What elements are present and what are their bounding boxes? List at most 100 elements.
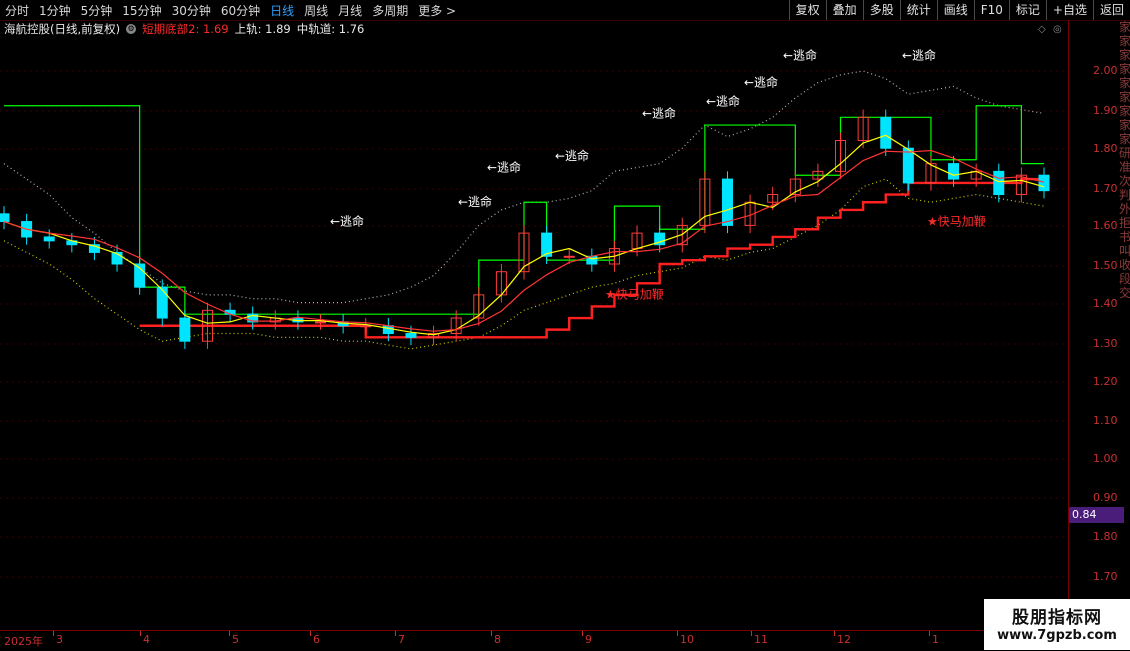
date-axis-label: 9 xyxy=(585,633,592,646)
toolbar-button-0[interactable]: 复权 xyxy=(788,0,826,20)
date-tick xyxy=(310,631,311,636)
tab-timeframe-1[interactable]: 1分钟 xyxy=(34,2,76,19)
date-tick xyxy=(834,631,835,636)
tab-timeframe-6[interactable]: 日线 xyxy=(265,2,299,19)
axis-tick-label: 1.70 xyxy=(1093,182,1118,195)
tab-timeframe-3[interactable]: 15分钟 xyxy=(117,2,166,19)
toolbar-button-1[interactable]: 叠加 xyxy=(825,0,863,20)
date-axis-label: 3 xyxy=(56,633,63,646)
annotation-label: ←逃命 xyxy=(487,159,521,174)
axis-tick-label: 1.60 xyxy=(1093,219,1118,232)
candle-body xyxy=(993,170,1005,196)
date-axis: 2025年 3 4 5 6 7 8 9 10 11 12 1 xyxy=(0,630,1068,651)
annotation-label: ←逃命 xyxy=(330,213,364,228)
toolbar-button-8[interactable]: 返回 xyxy=(1092,0,1130,20)
annotation-label: ★快马加鞭 xyxy=(927,214,986,228)
annotation-label: ←逃命 xyxy=(783,47,817,62)
candle-body xyxy=(948,163,960,180)
candle-body xyxy=(405,332,417,338)
date-tick xyxy=(395,631,396,636)
axis-tick-label: 1.40 xyxy=(1093,297,1118,310)
date-axis-label: 1 xyxy=(932,633,939,646)
tab-timeframe-8[interactable]: 月线 xyxy=(333,2,367,19)
toolbar-button-3[interactable]: 统计 xyxy=(899,0,937,20)
middle-band-value: 中轨道: 1.76 xyxy=(296,22,365,36)
axis-tick-label: 1.50 xyxy=(1093,259,1118,272)
date-axis-label: 7 xyxy=(398,633,405,646)
date-tick xyxy=(491,631,492,636)
annotation-label: ←逃命 xyxy=(642,105,676,120)
axis-tick-label: 1.70 xyxy=(1093,570,1118,583)
date-tick xyxy=(229,631,230,636)
tab-timeframe-4[interactable]: 30分钟 xyxy=(167,2,216,19)
date-axis-label: 12 xyxy=(837,633,851,646)
axis-tick-label: 1.00 xyxy=(1093,452,1118,465)
tab-timeframe-10[interactable]: 更多 > xyxy=(413,2,461,19)
annotation-label: ★快马加鞭 xyxy=(605,288,664,302)
candle-body xyxy=(179,317,191,342)
date-axis-label: 11 xyxy=(754,633,768,646)
stock-title: 海航控股(日线,前复权) xyxy=(4,22,121,36)
date-tick xyxy=(53,631,54,636)
diamond-icon[interactable]: ◇ xyxy=(1038,24,1046,35)
candle-body xyxy=(382,325,394,334)
candle-body xyxy=(902,147,914,184)
watermark-url: www.7gpzb.com xyxy=(997,628,1117,643)
date-axis-label: 6 xyxy=(313,633,320,646)
timeframe-tabs: 分时 1分钟 5分钟 15分钟 30分钟 60分钟 日线 周线 月线 多周期 更多 > xyxy=(0,2,461,19)
date-axis-label: 8 xyxy=(494,633,501,646)
annotation-label: ←逃命 xyxy=(744,74,778,89)
candle-body xyxy=(315,321,327,324)
candle-body xyxy=(721,178,733,226)
candle-body xyxy=(43,236,55,242)
axis-tick-label: 1.90 xyxy=(1093,104,1118,117)
toolbar-button-7[interactable]: +自选 xyxy=(1045,0,1093,20)
annotation-label: ←逃命 xyxy=(555,148,589,163)
tab-timeframe-7[interactable]: 周线 xyxy=(299,2,333,19)
date-axis-label: 5 xyxy=(232,633,239,646)
annotation-label: ←逃命 xyxy=(458,194,492,209)
date-tick xyxy=(677,631,678,636)
annotation-label: ←逃命 xyxy=(706,94,740,109)
tab-timeframe-2[interactable]: 5分钟 xyxy=(76,2,118,19)
watermark-title: 股朋指标网 xyxy=(1012,608,1102,628)
axis-tick-label: 1.10 xyxy=(1093,414,1118,427)
watermark: 股朋指标网 www.7gpzb.com xyxy=(984,599,1130,650)
tab-timeframe-9[interactable]: 多周期 xyxy=(367,2,413,19)
right-text-strip: 家家家家家家家家家研准次判外拒书叫收段交 xyxy=(1119,20,1130,300)
settings-gear-icon[interactable]: ⚙ xyxy=(126,24,137,34)
toolbar-button-5[interactable]: F10 xyxy=(973,0,1009,20)
date-axis-label: 10 xyxy=(680,633,694,646)
current-price-badge: 0.84 xyxy=(1069,507,1124,523)
axis-tick-label: 1.80 xyxy=(1093,142,1118,155)
axis-tick-label: 1.80 xyxy=(1093,530,1118,543)
date-tick xyxy=(751,631,752,636)
candle-body xyxy=(0,213,10,223)
toolbar: 分时 1分钟 5分钟 15分钟 30分钟 60分钟 日线 周线 月线 多周期 更多 > 复权 叠加 多股… xyxy=(0,0,1130,21)
candle-body xyxy=(880,116,892,149)
toolbar-button-2[interactable]: 多股 xyxy=(862,0,900,20)
info-bar: 海航控股(日线,前复权) ⚙ 短期底部2: 1.69 上轨: 1.89 中轨道:… xyxy=(0,21,370,37)
toolbar-button-4[interactable]: 画线 xyxy=(936,0,974,20)
axis-tick-label: 1.20 xyxy=(1093,375,1118,388)
tab-timeframe-0[interactable]: 分时 xyxy=(0,2,34,19)
candle-body xyxy=(156,286,168,319)
indicator-value: 短期底部2: 1.69 xyxy=(142,22,229,36)
tab-timeframe-5[interactable]: 60分钟 xyxy=(216,2,265,19)
candle-body xyxy=(563,255,575,258)
date-axis-label: 2025年 xyxy=(4,635,43,648)
axis-tick-label: 0.90 xyxy=(1093,491,1118,504)
axis-tick-label: 2.00 xyxy=(1093,64,1118,77)
circle-icon[interactable]: ◎ xyxy=(1053,24,1062,35)
axis-tick-label: 1.30 xyxy=(1093,337,1118,350)
toolbar-buttons: 复权 叠加 多股 统计 画线 F10 标记 +自选 返回 xyxy=(788,0,1130,20)
candle-body xyxy=(360,325,372,328)
toolbar-button-6[interactable]: 标记 xyxy=(1008,0,1046,20)
annotation-label: ←逃命 xyxy=(902,47,936,62)
upper-band-value: 上轨: 1.89 xyxy=(234,22,291,36)
date-tick xyxy=(929,631,930,636)
candle-body xyxy=(1038,174,1050,192)
date-tick xyxy=(140,631,141,636)
price-chart: ←逃命 ←逃命 ←逃命 ←逃命 ←逃命 ←逃命 ←逃命 ←逃命 ←逃命 ★快马加鞭 ★快马加鞭 xyxy=(0,47,1068,578)
date-axis-label: 4 xyxy=(143,633,150,646)
